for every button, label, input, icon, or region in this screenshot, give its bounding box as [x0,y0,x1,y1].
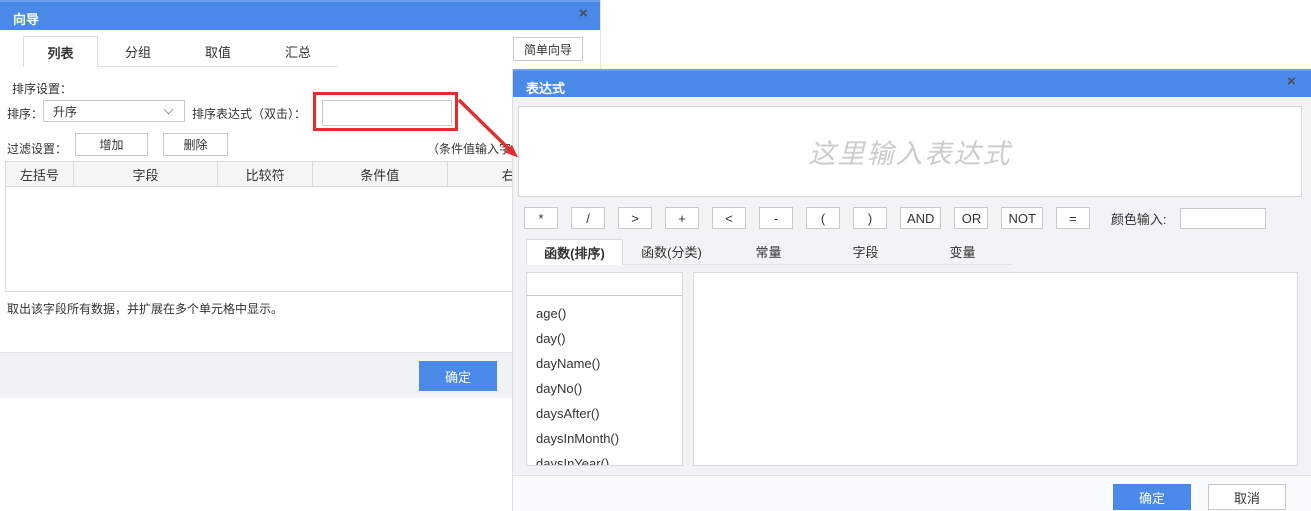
filter-table-header-cell: 条件值 [313,162,448,186]
sort-order-select[interactable]: 升序 [43,100,185,122]
sort-settings-label: 排序设置： [12,80,72,97]
wizard-title: 向导 [13,9,39,28]
field-description: 取出该字段所有数据，并扩展在多个单元格中显示。 [7,300,283,317]
function-list: age()day()dayName()dayNo()daysAfter()day… [527,296,682,466]
wizard-tab[interactable]: 分组 [98,36,178,67]
wizard-titlebar: 向导 [0,0,600,30]
sort-order-value: 升序 [44,103,165,120]
operator-button[interactable]: > [618,207,652,229]
operator-button[interactable]: < [712,207,746,229]
operator-row: * / > + <-() AND OR NOT = 颜色输入: [524,207,1266,229]
expression-footer: 确定 取消 [513,475,1311,511]
operator-button[interactable]: = [1056,207,1090,229]
filter-settings-label: 过滤设置： [7,140,67,157]
operator-button[interactable]: - [759,207,793,229]
expression-tab[interactable]: 变量 [914,239,1011,265]
expression-tabs: 函数(排序)函数(分类)常量字段变量 [526,239,1011,265]
function-list-item[interactable]: daysInMonth() [536,426,682,451]
expression-tab[interactable]: 函数(分类) [623,239,720,265]
filter-table: 左括号字段比较符条件值右括号 [5,161,596,292]
operator-button[interactable]: * [524,207,558,229]
function-list-item[interactable]: day() [536,326,682,351]
function-list-item[interactable]: dayNo() [536,376,682,401]
operator-buttons: * / > + <-() AND OR NOT = [524,207,1090,229]
delete-filter-button[interactable]: 删除 [163,133,228,156]
sort-label: 排序： [7,105,43,122]
operator-button[interactable]: + [665,207,699,229]
wizard-footer [0,352,601,398]
wizard-confirm-button[interactable]: 确定 [419,361,497,391]
wizard-tab[interactable]: 列表 [23,36,98,67]
expression-confirm-button[interactable]: 确定 [1113,484,1191,510]
wizard-tab[interactable]: 汇总 [258,36,338,67]
operator-button[interactable]: ( [806,207,840,229]
sort-expression-input[interactable] [322,100,452,126]
expression-placeholder: 这里输入表达式 [809,132,1012,171]
sort-expression-label: 排序表达式（双击）： [192,105,306,122]
function-list-item[interactable]: daysAfter() [536,401,682,426]
function-panel: age()day()dayName()dayNo()daysAfter()day… [526,272,683,466]
add-filter-button[interactable]: 增加 [75,133,148,156]
wizard-tab[interactable]: 取值 [178,36,258,67]
function-list-item[interactable]: daysInYear() [536,451,682,466]
close-icon[interactable]: × [579,7,588,21]
expression-input[interactable]: 这里输入表达式 [518,106,1302,197]
function-description-panel [693,272,1298,466]
simple-wizard-button[interactable]: 简单向导 [513,37,583,61]
expression-dialog: 表达式 × 这里输入表达式 * / > + <-() AND OR NOT = 颜色输入: 函数… [512,69,1311,511]
function-search-input[interactable] [527,273,682,296]
color-input-label: 颜色输入: [1111,209,1167,228]
expression-titlebar: 表达式 [513,69,1311,97]
filter-table-body [6,187,595,291]
operator-button[interactable]: OR [954,207,988,229]
filter-table-header-cell: 字段 [74,162,219,186]
filter-table-header-cell: 比较符 [218,162,313,186]
wizard-tabs: 列表分组取值汇总 [23,36,338,67]
function-list-item[interactable]: age() [536,301,682,326]
highlight-box [313,92,458,131]
expression-tab[interactable]: 常量 [720,239,817,265]
filter-table-header: 左括号字段比较符条件值右括号 [6,162,595,187]
chevron-down-icon [164,105,174,115]
expression-tab[interactable]: 函数(排序) [526,239,623,265]
close-icon[interactable]: × [1287,75,1296,89]
expression-title: 表达式 [526,78,565,97]
expression-cancel-button[interactable]: 取消 [1208,484,1286,510]
expression-tab[interactable]: 字段 [817,239,914,265]
operator-button[interactable]: ) [853,207,887,229]
operator-button[interactable]: NOT [1001,207,1042,229]
color-input[interactable] [1180,208,1266,229]
wizard-dialog: 向导 × 列表分组取值汇总 简单向导 排序设置： 排序： 升序 排序表达式（双击… [0,0,601,398]
operator-button[interactable]: / [571,207,605,229]
filter-table-header-cell: 左括号 [6,162,74,186]
function-list-item[interactable]: dayName() [536,351,682,376]
operator-button[interactable]: AND [900,207,941,229]
